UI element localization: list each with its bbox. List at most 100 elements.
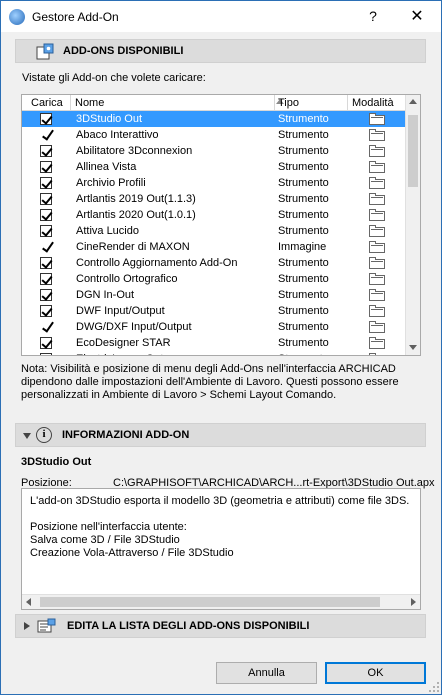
scroll-left-arrow-icon[interactable] — [26, 598, 31, 606]
addon-name: Attiva Lucido — [76, 225, 139, 237]
folder-icon[interactable] — [369, 337, 385, 349]
description-box[interactable]: L'add-on 3DStudio esporta il modello 3D … — [21, 488, 421, 610]
load-checkbox[interactable] — [40, 353, 52, 355]
scroll-thumb[interactable] — [408, 115, 418, 187]
column-header-name[interactable]: Nome — [75, 97, 104, 109]
column-separator[interactable] — [347, 95, 348, 111]
folder-icon[interactable] — [369, 161, 385, 173]
addon-row[interactable]: Controllo Aggiornamento Add-On Strumento — [22, 255, 405, 271]
folder-icon[interactable] — [369, 177, 385, 189]
addon-row[interactable]: ElectricImage Out Strumento — [22, 351, 405, 355]
load-checkbox[interactable] — [40, 113, 52, 125]
column-header-load[interactable]: Carica — [31, 97, 63, 109]
addon-row[interactable]: Allinea Vista Strumento — [22, 159, 405, 175]
load-checkbox[interactable] — [40, 305, 52, 317]
load-checkmark-icon[interactable] — [41, 129, 53, 141]
ok-button[interactable]: OK — [325, 662, 426, 684]
addon-row[interactable]: DGN In-Out Strumento — [22, 287, 405, 303]
help-button[interactable]: ? — [363, 8, 383, 24]
column-header-mode[interactable]: Modalità — [352, 97, 394, 109]
folder-icon[interactable] — [369, 193, 385, 205]
description-horizontal-scrollbar[interactable] — [22, 594, 420, 609]
load-checkbox[interactable] — [40, 289, 52, 301]
addon-type: Strumento — [278, 337, 329, 349]
load-checkbox[interactable] — [40, 145, 52, 157]
addon-row[interactable]: EcoDesigner STAR Strumento — [22, 335, 405, 351]
folder-icon[interactable] — [369, 209, 385, 221]
title-bar: Gestore Add-On ? ✕ — [0, 0, 442, 32]
addon-type: Strumento — [278, 289, 329, 301]
load-checkmark-icon[interactable] — [41, 241, 53, 253]
load-checkbox[interactable] — [40, 257, 52, 269]
folder-icon[interactable] — [369, 129, 385, 141]
scroll-right-arrow-icon[interactable] — [411, 598, 416, 606]
folder-icon[interactable] — [369, 273, 385, 285]
load-checkbox[interactable] — [40, 209, 52, 221]
addon-list[interactable]: Carica Nome Tipo Modalità 3DStudio Out St… — [21, 94, 421, 356]
scroll-thumb[interactable] — [40, 597, 380, 607]
load-checkbox[interactable] — [40, 273, 52, 285]
scroll-down-arrow-icon[interactable] — [409, 345, 417, 350]
addon-row[interactable]: DWF Input/Output Strumento — [22, 303, 405, 319]
folder-icon[interactable] — [369, 241, 385, 253]
addon-name: Abaco Interattivo — [76, 129, 159, 141]
expand-triangle-right-icon[interactable] — [24, 622, 30, 630]
addon-type: Strumento — [278, 145, 329, 157]
addon-row[interactable]: CineRender di MAXON Immagine — [22, 239, 405, 255]
addon-row[interactable]: Attiva Lucido Strumento — [22, 223, 405, 239]
load-checkbox[interactable] — [40, 337, 52, 349]
folder-icon[interactable] — [369, 321, 385, 333]
window-frame-left — [0, 32, 1, 695]
addon-row[interactable]: Artlantis 2020 Out(1.0.1) Strumento — [22, 207, 405, 223]
addon-row[interactable]: DWG/DXF Input/Output Strumento — [22, 319, 405, 335]
load-checkbox[interactable] — [40, 193, 52, 205]
list-header: Carica Nome Tipo Modalità — [22, 95, 405, 111]
addon-type: Strumento — [278, 177, 329, 189]
addon-type: Strumento — [278, 273, 329, 285]
instruction-text: Vistate gli Add-on che volete caricare: — [22, 72, 206, 84]
scroll-up-arrow-icon[interactable] — [409, 99, 417, 104]
available-addons-header: ADD-ONS DISPONIBILI — [15, 39, 426, 63]
load-checkbox[interactable] — [40, 225, 52, 237]
description-text: L'add-on 3DStudio esporta il modello 3D … — [30, 495, 410, 559]
addon-row[interactable]: 3DStudio Out Strumento — [22, 111, 405, 127]
addon-row[interactable]: Abilitatore 3Dconnexion Strumento — [22, 143, 405, 159]
cancel-button[interactable]: Annulla — [216, 662, 317, 684]
folder-icon[interactable] — [369, 225, 385, 237]
addon-row[interactable]: Artlantis 2019 Out(1.1.3) Strumento — [22, 191, 405, 207]
addon-type: Strumento — [278, 193, 329, 205]
addon-name: CineRender di MAXON — [76, 241, 190, 253]
addon-row[interactable]: Archivio Profili Strumento — [22, 175, 405, 191]
folder-icon[interactable] — [369, 305, 385, 317]
addon-name: Controllo Aggiornamento Add-On — [76, 257, 238, 269]
column-separator[interactable] — [274, 95, 275, 111]
addon-name: 3DStudio Out — [76, 113, 143, 125]
folder-icon[interactable] — [369, 257, 385, 269]
addon-row[interactable]: Controllo Ortografico Strumento — [22, 271, 405, 287]
folder-icon[interactable] — [369, 113, 385, 125]
info-icon: i — [36, 427, 52, 443]
folder-icon[interactable] — [369, 145, 385, 157]
folder-icon[interactable] — [369, 289, 385, 301]
addon-name: Archivio Profili — [76, 177, 146, 189]
folder-icon[interactable] — [369, 353, 385, 355]
resize-grip-icon[interactable] — [429, 682, 439, 692]
close-button[interactable]: ✕ — [405, 6, 429, 26]
addon-row[interactable]: Abaco Interattivo Strumento — [22, 127, 405, 143]
column-header-type[interactable]: Tipo — [278, 97, 299, 109]
addon-info-header[interactable]: i INFORMAZIONI ADD-ON — [15, 423, 426, 447]
addon-type: Strumento — [278, 161, 329, 173]
addon-name: DWG/DXF Input/Output — [76, 321, 192, 333]
load-checkbox[interactable] — [40, 177, 52, 189]
list-vertical-scrollbar[interactable] — [405, 95, 420, 355]
edit-list-header[interactable]: EDITA LA LISTA DEGLI ADD-ONS DISPONIBILI — [15, 614, 426, 638]
addon-type: Strumento — [278, 321, 329, 333]
addon-rows: 3DStudio Out Strumento Abaco Interattivo St… — [22, 111, 405, 355]
addon-type: Immagine — [278, 241, 327, 253]
expand-triangle-down-icon[interactable] — [23, 433, 31, 439]
addon-name: DWF Input/Output — [76, 305, 165, 317]
load-checkmark-icon[interactable] — [41, 321, 53, 333]
load-checkbox[interactable] — [40, 161, 52, 173]
column-separator[interactable] — [70, 95, 71, 111]
addon-name: EcoDesigner STAR — [76, 337, 171, 349]
